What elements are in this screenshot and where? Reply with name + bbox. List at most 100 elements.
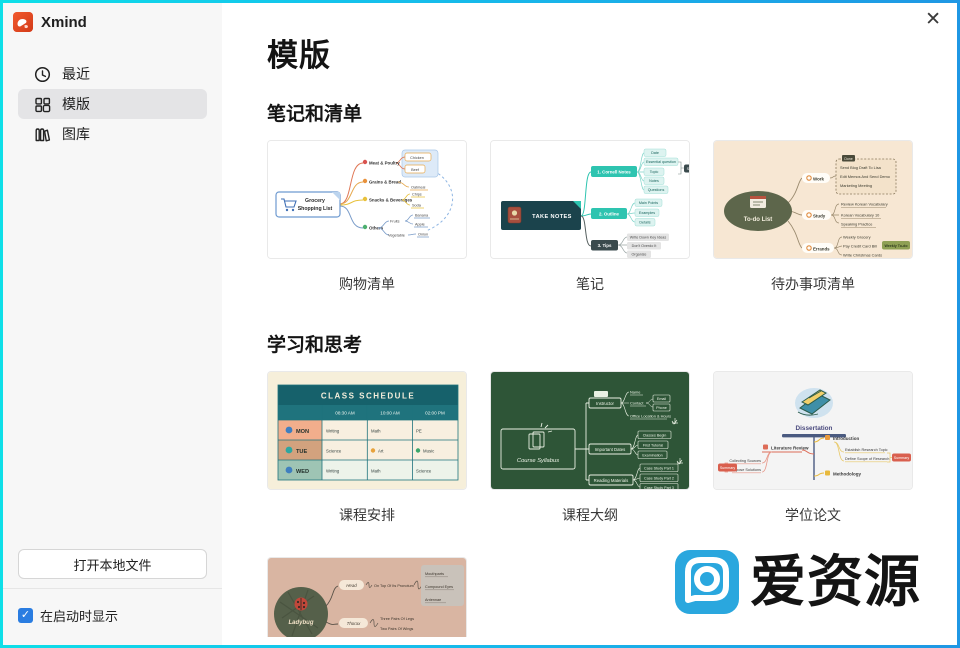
- mini-label: Name: [630, 390, 640, 395]
- sidebar-item-label: 模版: [62, 94, 90, 114]
- watermark-logo-icon: [675, 548, 739, 616]
- section-title-notes-lists: 笔记和清单: [267, 99, 957, 126]
- window-body: Xmind 最近 模版: [3, 3, 957, 645]
- mini-label: Examination: [642, 453, 662, 457]
- template-preview-dissertation: Dissertation Introduction Establish Rese…: [714, 372, 913, 490]
- mini-label: Literature Review: [771, 446, 809, 451]
- sidebar-item-templates[interactable]: 模版: [18, 89, 207, 119]
- mini-label: Mouthparts: [425, 572, 444, 576]
- mini-label: Date: [651, 151, 659, 155]
- sidebar-nav: 最近 模版 图库: [3, 59, 222, 149]
- mini-label: Music: [423, 449, 435, 454]
- mini-label: Questions: [648, 188, 665, 192]
- mini-label: Introduction: [833, 436, 859, 441]
- mini-label: Two Pairs Of Wings: [380, 627, 413, 631]
- sidebar-item-gallery[interactable]: 图库: [18, 119, 207, 149]
- template-row-2: CLASS SCHEDULE 08:30 AM 10:00 AM 02:00 P…: [267, 371, 957, 523]
- mini-label: Topic: [650, 170, 659, 174]
- template-cell-syllabus: Course Syllabus Instructor Name Contact: [490, 371, 690, 523]
- mini-label: Pay Credit Card Bill: [843, 244, 877, 249]
- mini-label: Soda: [412, 204, 422, 208]
- mini-label: Science: [416, 469, 432, 474]
- open-local-file-button[interactable]: 打开本地文件: [18, 549, 207, 579]
- mini-label: 10:00 AM: [380, 411, 400, 416]
- mini-label: Vegetable: [388, 234, 405, 238]
- section-title-study-thinking: 学习和思考: [267, 330, 957, 357]
- mini-label: Summary: [720, 466, 736, 470]
- mini-label: Grains & Bread: [369, 180, 401, 185]
- ladybug-icon: [295, 598, 308, 611]
- mini-label: Examples: [639, 211, 655, 215]
- notebook-icon: [508, 207, 521, 223]
- template-card-course-syllabus[interactable]: Course Syllabus Instructor Name Contact: [490, 371, 690, 490]
- mini-label: Beef: [411, 168, 420, 172]
- template-cell-ladybug: Ladybug Head On Top Of Its Pronotum Mout…: [267, 557, 467, 637]
- show-on-startup-label: 在启动时显示: [40, 606, 118, 625]
- mini-label: Important Dates: [595, 447, 626, 452]
- watermark-text: 爱资源: [750, 548, 921, 616]
- mini-label: Art: [378, 449, 384, 454]
- mini-label: Onion: [418, 233, 428, 237]
- mini-label: Define Scope of Research: [845, 457, 889, 461]
- mini-label: Methodology: [833, 472, 861, 477]
- calendar-icon: [750, 196, 766, 208]
- page-title: 模版: [267, 30, 957, 75]
- mini-label: Case Study Part 2: [644, 476, 674, 480]
- template-card-todo-list[interactable]: To-do List Work Study Errands: [713, 140, 913, 259]
- mini-label: Notes: [649, 179, 659, 183]
- template-cell-dissertation: Dissertation Introduction Establish Rese…: [713, 371, 913, 523]
- template-preview-schedule: CLASS SCHEDULE 08:30 AM 10:00 AM 02:00 P…: [268, 372, 467, 490]
- template-preview-todo: To-do List Work Study Errands: [714, 141, 913, 259]
- mini-label: Done: [844, 157, 852, 161]
- mini-label: Meat & Poultry: [369, 161, 400, 166]
- mini-label: Grocery: [305, 198, 325, 204]
- books-illustration: [795, 388, 833, 418]
- mini-label: PE: [416, 429, 422, 434]
- mini-label: CLASS SCHEDULE: [321, 392, 415, 401]
- mini-label: Korean Vocabulary 10: [841, 213, 880, 218]
- template-card-notes[interactable]: TAKE NOTES 1. Cornell Notes Date Essenti…: [490, 140, 690, 259]
- mini-label: Study: [813, 214, 826, 219]
- mini-label: Ladybug: [289, 620, 314, 626]
- mini-label: Classes Begin: [643, 433, 667, 437]
- app-title: Xmind: [41, 14, 87, 31]
- template-label-shopping: 购物清单: [267, 274, 467, 292]
- mini-label: Write Down Key Ideas: [630, 236, 667, 240]
- mini-label: Phone: [656, 406, 667, 410]
- template-label-schedule: 课程安排: [267, 505, 467, 523]
- mini-label: Fruits: [390, 220, 400, 224]
- mini-label: Chicken: [410, 156, 424, 160]
- template-card-class-schedule[interactable]: CLASS SCHEDULE 08:30 AM 10:00 AM 02:00 P…: [267, 371, 467, 490]
- mini-label: Instructor: [596, 401, 614, 406]
- template-cell-todo: To-do List Work Study Errands: [713, 140, 913, 292]
- close-button[interactable]: ✕: [925, 8, 941, 32]
- startup-option: ✓ 在启动时显示: [18, 606, 118, 625]
- templates-grid-icon: [34, 96, 51, 113]
- mini-label: Shopping List: [298, 206, 333, 212]
- mini-label: 1. Cornell Notes: [597, 170, 631, 175]
- open-local-file-label: 打开本地文件: [73, 555, 151, 574]
- mini-label: Send Blog Draft To Lisa: [840, 165, 882, 170]
- mini-label: Edit Memos And Send Demo: [840, 174, 890, 179]
- mini-label: Compound Eyes: [425, 585, 453, 589]
- show-on-startup-checkbox[interactable]: ✓: [18, 608, 33, 623]
- sidebar-divider: [3, 588, 222, 589]
- mini-label: To-do List: [744, 217, 773, 223]
- mini-label: Case Study Part 3: [644, 486, 674, 490]
- sidebar-item-recent[interactable]: 最近: [18, 59, 207, 89]
- template-label-syllabus: 课程大纲: [490, 505, 690, 523]
- mini-label: Apple: [415, 223, 425, 227]
- template-cell-schedule: CLASS SCHEDULE 08:30 AM 10:00 AM 02:00 P…: [267, 371, 467, 523]
- template-card-shopping-list[interactable]: Grocery Shopping List Meat & Poultry Gra…: [267, 140, 467, 259]
- mini-label: Summary: [687, 167, 690, 171]
- xmind-logo-icon: [13, 12, 33, 32]
- template-card-ladybug[interactable]: Ladybug Head On Top Of Its Pronotum Mout…: [267, 557, 467, 637]
- mini-label: Collecting Sources: [729, 459, 761, 463]
- template-card-dissertation[interactable]: Dissertation Introduction Establish Rese…: [713, 371, 913, 490]
- mini-label: Thorax: [347, 621, 361, 626]
- mini-label: 3. Tips: [598, 243, 612, 248]
- mini-label: Math: [371, 429, 381, 434]
- mini-label: Others: [369, 226, 384, 231]
- mini-label: 08:30 AM: [335, 411, 355, 416]
- gallery-content: 模版 笔记和清单: [222, 3, 957, 637]
